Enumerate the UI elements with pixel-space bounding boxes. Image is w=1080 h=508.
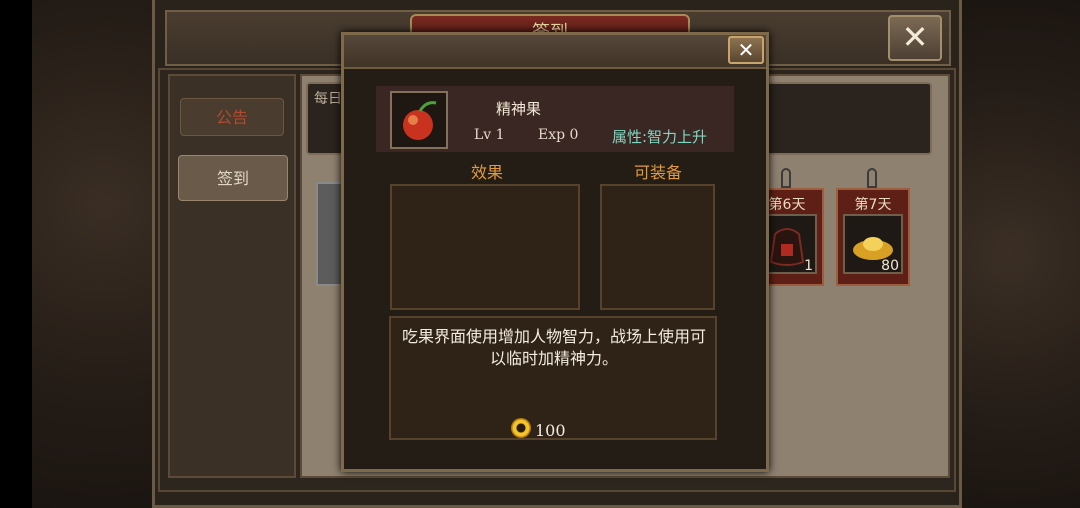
equip-panel bbox=[600, 184, 715, 310]
popup-header bbox=[344, 35, 766, 69]
gold-coin-icon bbox=[511, 418, 531, 438]
item-icon-frame bbox=[390, 91, 448, 149]
daily-info-text: 每日 bbox=[314, 91, 342, 107]
item-price: 100 bbox=[535, 421, 566, 440]
hook-icon bbox=[781, 168, 791, 188]
equip-title: 可装备 bbox=[634, 163, 683, 182]
window-close-button[interactable]: ✕ bbox=[888, 15, 942, 61]
effect-title: 效果 bbox=[471, 163, 504, 182]
item-attribute: 属性:智力上升 bbox=[612, 128, 708, 146]
screen-edge bbox=[0, 0, 32, 508]
background-ornament-right bbox=[962, 0, 1080, 508]
red-fruit-icon bbox=[403, 101, 437, 140]
item-exp: Exp 0 bbox=[538, 127, 579, 143]
sidebar-item-signin[interactable]: 签到 bbox=[178, 155, 288, 201]
item-name: 精神果 bbox=[496, 100, 542, 118]
effect-panel bbox=[390, 184, 580, 310]
item-level: Lv 1 bbox=[474, 127, 505, 143]
item-description: 吃果界面使用增加人物智力，战场上使用可以临时加精神力。 bbox=[401, 327, 706, 368]
hook-icon bbox=[867, 168, 877, 188]
background-ornament-left bbox=[32, 0, 152, 508]
day-card-label: 第7天 bbox=[854, 197, 892, 213]
day-card-count: 80 bbox=[881, 258, 899, 274]
popup-close-button[interactable]: ✕ bbox=[728, 36, 764, 64]
sidebar-item-notice[interactable]: 公告 bbox=[180, 98, 284, 136]
